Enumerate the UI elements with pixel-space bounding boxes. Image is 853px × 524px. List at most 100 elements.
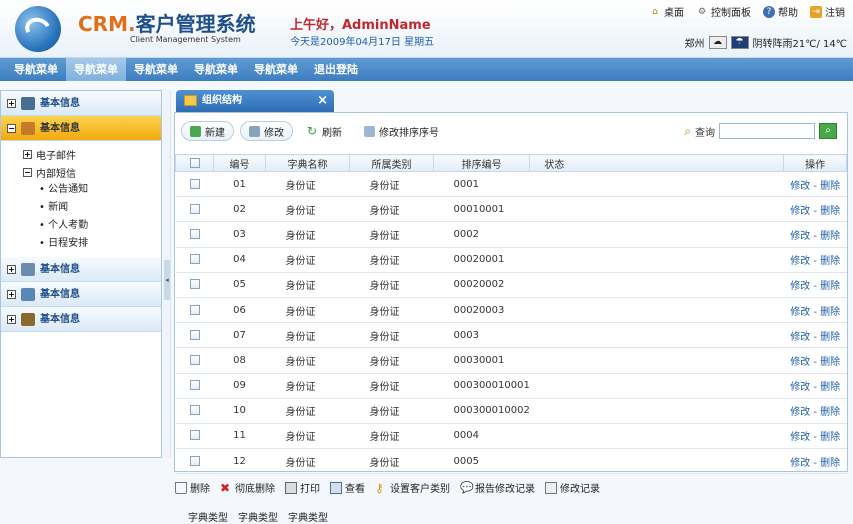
- tree-node-email[interactable]: + 电子邮件: [23, 145, 161, 163]
- edit-button[interactable]: 修改: [240, 121, 293, 141]
- nav-item-5[interactable]: 导航菜单: [246, 58, 306, 81]
- table-row[interactable]: 03 身份证 身份证 0002 修改 - 删除: [175, 221, 847, 248]
- table-row[interactable]: 09 身份证 身份证 000300010001 修改 - 删除: [175, 373, 847, 399]
- dict-type-link[interactable]: 字典类型: [188, 509, 228, 524]
- cell-actions[interactable]: 修改 - 删除: [783, 247, 847, 273]
- row-checkbox[interactable]: [189, 405, 200, 416]
- sidebar-section-1[interactable]: + 基本信息: [1, 91, 161, 116]
- nav-item-4[interactable]: 导航菜单: [186, 58, 246, 81]
- sidebar-section-3[interactable]: + 基本信息: [1, 257, 161, 282]
- tab-org-structure[interactable]: 组织结构 ×: [176, 90, 334, 112]
- tree-node-sms[interactable]: − 内部短信: [23, 163, 161, 181]
- sidebar-section-2[interactable]: − 基本信息: [1, 116, 161, 141]
- col-status[interactable]: 状态: [529, 154, 785, 172]
- search-go-button[interactable]: ⌕: [819, 123, 837, 139]
- select-all-checkbox[interactable]: [189, 157, 200, 168]
- top-links: ⌂ 桌面 ⚙ 控制面板 ? 帮助 ⇥ 注销: [649, 4, 845, 19]
- logo-icon: [15, 6, 61, 52]
- close-icon[interactable]: ×: [317, 90, 328, 112]
- table-row[interactable]: 06 身份证 身份证 00020003 修改 - 删除: [175, 297, 847, 324]
- view-action[interactable]: 查看: [330, 480, 365, 495]
- nav-item-3[interactable]: 导航菜单: [126, 58, 186, 81]
- tab-title: 组织结构: [202, 95, 242, 106]
- row-checkbox[interactable]: [189, 380, 200, 391]
- cell-category: 身份证: [349, 272, 434, 298]
- tree-leaf-news[interactable]: 新闻: [23, 199, 161, 217]
- new-button[interactable]: 新建: [181, 121, 234, 141]
- nav-logout[interactable]: 退出登陆: [306, 58, 366, 81]
- table-row[interactable]: 04 身份证 身份证 00020001 修改 - 删除: [175, 247, 847, 273]
- help-link[interactable]: ? 帮助: [763, 4, 798, 19]
- cell-actions[interactable]: 修改 - 删除: [783, 347, 847, 374]
- row-checkbox[interactable]: [189, 279, 200, 290]
- sidebar-section-label: 基本信息: [40, 263, 80, 275]
- table-row[interactable]: 01 身份证 身份证 0001 修改 - 删除: [175, 171, 847, 198]
- report-edit-action[interactable]: 💬 报告修改记录: [460, 480, 535, 495]
- logout-icon: ⇥: [810, 5, 822, 18]
- nav-item-1[interactable]: 导航菜单: [6, 58, 66, 81]
- sidebar-section-4[interactable]: + 基本信息: [1, 282, 161, 307]
- tree-leaf-attendance[interactable]: 个人考勤: [23, 217, 161, 235]
- cloudy-icon: ☁: [708, 36, 727, 49]
- table-row[interactable]: 12 身份证 身份证 0005 修改 - 删除: [175, 448, 847, 475]
- cell-name: 身份证: [265, 423, 350, 450]
- expand-icon: +: [7, 98, 16, 108]
- cell-actions[interactable]: 修改 - 删除: [783, 322, 847, 349]
- purge-action[interactable]: ✖ 彻底删除: [220, 480, 275, 496]
- cell-actions[interactable]: 修改 - 删除: [783, 221, 847, 248]
- tree-leaf-schedule[interactable]: 日程安排: [23, 235, 161, 253]
- cell-actions[interactable]: 修改 - 删除: [783, 297, 847, 324]
- city-label: 郑州: [684, 39, 705, 50]
- sidebar-section-5[interactable]: + 基本信息: [1, 307, 161, 332]
- desktop-link[interactable]: ⌂ 桌面: [649, 4, 684, 20]
- control-panel-link[interactable]: ⚙ 控制面板: [696, 4, 751, 20]
- collapse-arrow-icon[interactable]: ◂: [164, 260, 170, 300]
- row-checkbox[interactable]: [189, 329, 200, 340]
- col-id[interactable]: 编号: [213, 154, 266, 172]
- row-checkbox[interactable]: [189, 455, 200, 466]
- tree-leaf-notice[interactable]: 公告通知: [23, 181, 161, 199]
- col-order[interactable]: 排序编号: [432, 154, 531, 172]
- row-checkbox[interactable]: [189, 203, 200, 214]
- table-row[interactable]: 07 身份证 身份证 0003 修改 - 删除: [175, 322, 847, 349]
- logo-subtitle: Client Management System: [130, 35, 241, 44]
- edit-log-action[interactable]: 修改记录: [545, 480, 600, 495]
- refresh-button[interactable]: ↻ 刷新: [299, 121, 350, 141]
- sidebar-splitter[interactable]: ◂: [163, 90, 171, 458]
- search-icon: ⌕: [684, 123, 691, 138]
- table-row[interactable]: 10 身份证 身份证 000300010002 修改 - 删除: [175, 398, 847, 424]
- cell-actions[interactable]: 修改 - 删除: [783, 398, 847, 424]
- row-checkbox[interactable]: [189, 178, 200, 189]
- cell-id: 03: [213, 221, 266, 248]
- cell-actions[interactable]: 修改 - 删除: [783, 272, 847, 298]
- row-checkbox[interactable]: [189, 430, 200, 441]
- table-row[interactable]: 08 身份证 身份证 00030001 修改 - 删除: [175, 347, 847, 374]
- cell-name: 身份证: [265, 373, 350, 399]
- logout-link[interactable]: ⇥ 注销: [810, 4, 845, 19]
- delete-action[interactable]: 删除: [175, 480, 210, 495]
- cell-actions[interactable]: 修改 - 删除: [783, 423, 847, 450]
- dict-type-link[interactable]: 字典类型: [238, 509, 278, 524]
- reorder-button[interactable]: 修改排序序号: [356, 121, 447, 141]
- dict-type-link[interactable]: 字典类型: [288, 509, 328, 524]
- cell-name: 身份证: [265, 297, 350, 324]
- cell-status: [529, 196, 784, 223]
- row-checkbox[interactable]: [189, 254, 200, 265]
- col-name[interactable]: 字典名称: [265, 154, 350, 172]
- table-row[interactable]: 05 身份证 身份证 00020002 修改 - 删除: [175, 272, 847, 298]
- row-checkbox[interactable]: [189, 228, 200, 239]
- row-checkbox[interactable]: [189, 304, 200, 315]
- table-row[interactable]: 11 身份证 身份证 0004 修改 - 删除: [175, 423, 847, 450]
- search-input[interactable]: [719, 123, 815, 139]
- nav-item-2[interactable]: 导航菜单: [66, 58, 126, 81]
- table-row[interactable]: 02 身份证 身份证 00010001 修改 - 删除: [175, 196, 847, 223]
- cell-actions[interactable]: 修改 - 删除: [783, 373, 847, 399]
- row-checkbox[interactable]: [189, 354, 200, 365]
- cell-actions[interactable]: 修改 - 删除: [783, 196, 847, 223]
- set-category-action[interactable]: ⚷ 设置客户类别: [375, 480, 450, 496]
- cell-actions[interactable]: 修改 - 删除: [783, 448, 847, 475]
- bottom-actions: 删除 ✖ 彻底删除 打印 查看 ⚷ 设置客户类别 💬 报告修改记录 修改记录: [175, 480, 600, 495]
- print-action[interactable]: 打印: [285, 480, 320, 495]
- cell-actions[interactable]: 修改 - 删除: [783, 171, 847, 198]
- col-category[interactable]: 所属类别: [349, 154, 434, 172]
